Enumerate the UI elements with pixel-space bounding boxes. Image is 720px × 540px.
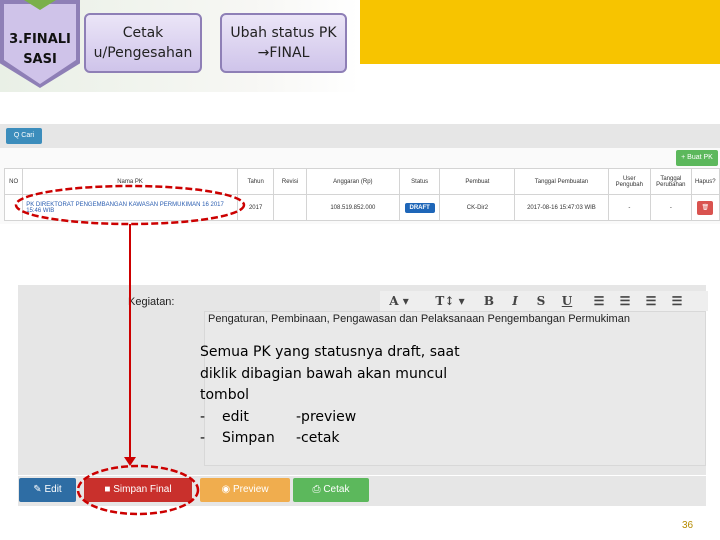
step-label-line2: SASI xyxy=(23,52,57,67)
preview-button[interactable]: ◉ Preview xyxy=(200,478,290,502)
font-color-icon[interactable]: A ▾ xyxy=(384,293,414,309)
col-header-tanggal-pembuatan: Tanggal Pembuatan xyxy=(514,168,609,195)
step-label-line1: 3.FINALI xyxy=(9,32,71,47)
yellow-accent-block xyxy=(360,0,720,64)
note-item-edit: edit xyxy=(222,408,249,425)
note-dash: - xyxy=(200,430,206,446)
align-center-icon[interactable]: ☰ xyxy=(668,293,686,309)
kegiatan-label: Kegiatan: xyxy=(128,296,175,308)
cari-button[interactable]: Q Cari xyxy=(6,128,42,144)
col-header-tanggal-perubahan: Tanggal Perubahan xyxy=(650,168,692,195)
col-header-user-pengubah: User Pengubah xyxy=(607,168,652,195)
underline-icon[interactable]: U xyxy=(558,293,576,309)
print-icon: ⎙ xyxy=(312,484,324,495)
cell-user-pengubah: - xyxy=(607,194,652,221)
explanation-note: Semua PK yang statusnya draft, saat dikl… xyxy=(200,342,500,450)
process-box-ubah-line1: Ubah status PK xyxy=(230,25,337,41)
page-number: 36 xyxy=(682,520,694,531)
preview-button-label: Preview xyxy=(232,484,269,495)
col-header-hapus: Hapus? xyxy=(690,168,720,195)
trash-icon[interactable]: 🗑 xyxy=(697,200,714,215)
italic-icon[interactable]: I xyxy=(506,293,524,309)
cell-tanggal-perubahan: - xyxy=(650,194,692,221)
table-row: PK DIREKTORAT PENGEMBANGAN KAWASAN PERMU… xyxy=(3,194,720,221)
pk-table: NO Nama PK Tahun Revisi Anggaran (Rp) St… xyxy=(3,168,720,221)
col-header-tahun: Tahun xyxy=(236,168,275,195)
col-header-no: NO xyxy=(3,168,24,195)
col-header-nama: Nama PK xyxy=(22,168,238,195)
col-header-revisi: Revisi xyxy=(273,168,307,195)
process-box-cetak-line2: u/Pengesahan xyxy=(93,45,193,61)
save-icon: ■ xyxy=(104,484,114,495)
cell-revisi xyxy=(273,194,307,221)
note-item-row1: - edit -preview xyxy=(200,407,500,429)
col-header-anggaran: Anggaran (Rp) xyxy=(305,168,400,195)
eye-icon: ◉ xyxy=(221,484,233,495)
text-size-icon[interactable]: T↕ ▾ xyxy=(428,293,472,309)
process-box-ubah-status: Ubah status PK →FINAL xyxy=(220,13,347,73)
process-banner: 3.FINALI SASI Cetak u/Pengesahan Ubah st… xyxy=(0,0,360,92)
align-left-icon[interactable]: ☰ xyxy=(642,293,660,309)
search-bar xyxy=(0,124,720,148)
note-line2: diklik dibagian bawah akan muncul xyxy=(200,365,448,382)
simpan-final-label: Simpan Final xyxy=(113,484,172,495)
cell-status: DRAFT xyxy=(398,194,441,221)
strikethrough-icon[interactable]: S xyxy=(532,293,550,309)
process-box-ubah-line2: →FINAL xyxy=(257,45,310,61)
bold-icon[interactable]: B xyxy=(480,293,498,309)
editor-toolbar: A ▾ T↕ ▾ B I S U ☰ ☰ ☰ ☰ xyxy=(380,291,708,311)
edit-button-label: Edit xyxy=(44,484,62,495)
cetak-button-label: Cetak xyxy=(323,484,350,495)
note-item-cetak: -cetak xyxy=(296,430,340,446)
cell-hapus: 🗑 xyxy=(690,194,720,221)
step-label: 3.FINALI SASI xyxy=(4,30,76,70)
cell-anggaran: 108.519.852.000 xyxy=(305,194,400,221)
col-header-pembuat: Pembuat xyxy=(439,168,516,195)
process-box-cetak-line1: Cetak xyxy=(122,25,164,41)
bullet-list-icon[interactable]: ☰ xyxy=(590,293,608,309)
cell-tahun: 2017 xyxy=(236,194,275,221)
note-line1: Semua PK yang statusnya draft, saat xyxy=(200,344,460,360)
table-header-row: NO Nama PK Tahun Revisi Anggaran (Rp) St… xyxy=(3,168,720,195)
edit-button[interactable]: ✎ Edit xyxy=(19,478,76,502)
process-box-cetak: Cetak u/Pengesahan xyxy=(84,13,202,73)
kegiatan-content: Pengaturan, Pembinaan, Pengawasan dan Pe… xyxy=(208,313,630,325)
note-item-preview: -preview xyxy=(296,408,357,425)
cell-tanggal-pembuatan: 2017-08-16 15:47:03 WIB xyxy=(514,194,609,221)
cetak-button[interactable]: ⎙ Cetak xyxy=(293,478,369,502)
cell-pembuat: CK-Dir2 xyxy=(439,194,516,221)
note-dash: - xyxy=(200,408,206,425)
note-item-row2: - Simpan -cetak xyxy=(200,428,500,450)
cell-no xyxy=(3,194,24,221)
simpan-final-button[interactable]: ■ Simpan Final xyxy=(84,478,192,502)
numbered-list-icon[interactable]: ☰ xyxy=(616,293,634,309)
edit-icon: ✎ xyxy=(33,484,45,495)
note-line3: tombol xyxy=(200,387,250,403)
status-badge: DRAFT xyxy=(404,202,435,213)
buat-pk-button[interactable]: + Buat PK xyxy=(676,150,718,166)
cell-nama-pk-link[interactable]: PK DIREKTORAT PENGEMBANGAN KAWASAN PERMU… xyxy=(22,194,238,221)
note-item-simpan: Simpan xyxy=(222,430,275,446)
col-header-status: Status xyxy=(398,168,441,195)
